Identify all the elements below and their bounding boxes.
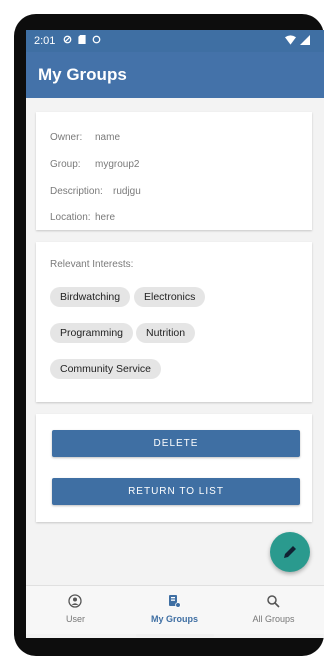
nav-item-user[interactable]: User [26,586,125,634]
groups-icon [167,594,181,613]
edit-fab-button[interactable] [270,532,310,572]
nav-item-my-groups[interactable]: My Groups [125,586,224,634]
group-label: Group: [50,159,81,170]
interest-chip[interactable]: Community Service [50,359,162,379]
description-label: Description: [50,186,103,197]
detail-row-description: Description: rudjgu [50,186,141,197]
sync-icon [92,35,101,47]
sd-card-icon [78,35,87,47]
signal-icon [300,35,310,48]
nav-label-my-groups: My Groups [150,614,198,624]
user-icon [68,594,82,613]
interest-chip[interactable]: Birdwatching [50,287,131,307]
detail-row-location: Location: here [50,212,115,223]
home-indicator[interactable] [136,634,214,637]
pencil-icon [284,546,296,558]
group-details-card: Owner: name Group: mygroup2 Description:… [36,112,312,230]
screen: 2:01 My Groups Owner: name Group: mygrou… [26,30,324,638]
page-title: My Groups [38,65,127,84]
nav-label-user: User [65,614,85,624]
detail-row-group: Group: mygroup2 [50,159,139,170]
search-icon [266,594,280,613]
location-value: here [95,212,116,223]
description-value: rudjgu [113,186,141,197]
interest-chip[interactable]: Nutrition [136,323,196,343]
notification-icon [63,35,72,47]
delete-button[interactable]: DELETE [52,430,300,457]
interest-chip[interactable]: Electronics [134,287,206,307]
nav-label-all-groups: All Groups [252,614,295,624]
detail-row-owner: Owner: name [50,132,120,143]
group-value: mygroup2 [95,159,140,170]
wifi-icon [285,35,296,48]
owner-label: Owner: [50,132,83,143]
status-time: 2:01 [34,35,56,47]
interests-heading: Relevant Interests: [50,259,134,270]
bottom-navigation: User My Groups All Groups [26,585,324,634]
return-to-list-button[interactable]: RETURN TO LIST [52,478,300,505]
status-bar: 2:01 [26,30,324,52]
actions-card: DELETE RETURN TO LIST [36,414,312,522]
app-bar: My Groups [26,52,324,98]
interests-card: Relevant Interests: Birdwatching Electro… [36,242,312,402]
interest-chip[interactable]: Programming [50,323,134,343]
owner-value: name [95,132,121,143]
location-label: Location: [50,212,91,223]
nav-item-all-groups[interactable]: All Groups [224,586,323,634]
